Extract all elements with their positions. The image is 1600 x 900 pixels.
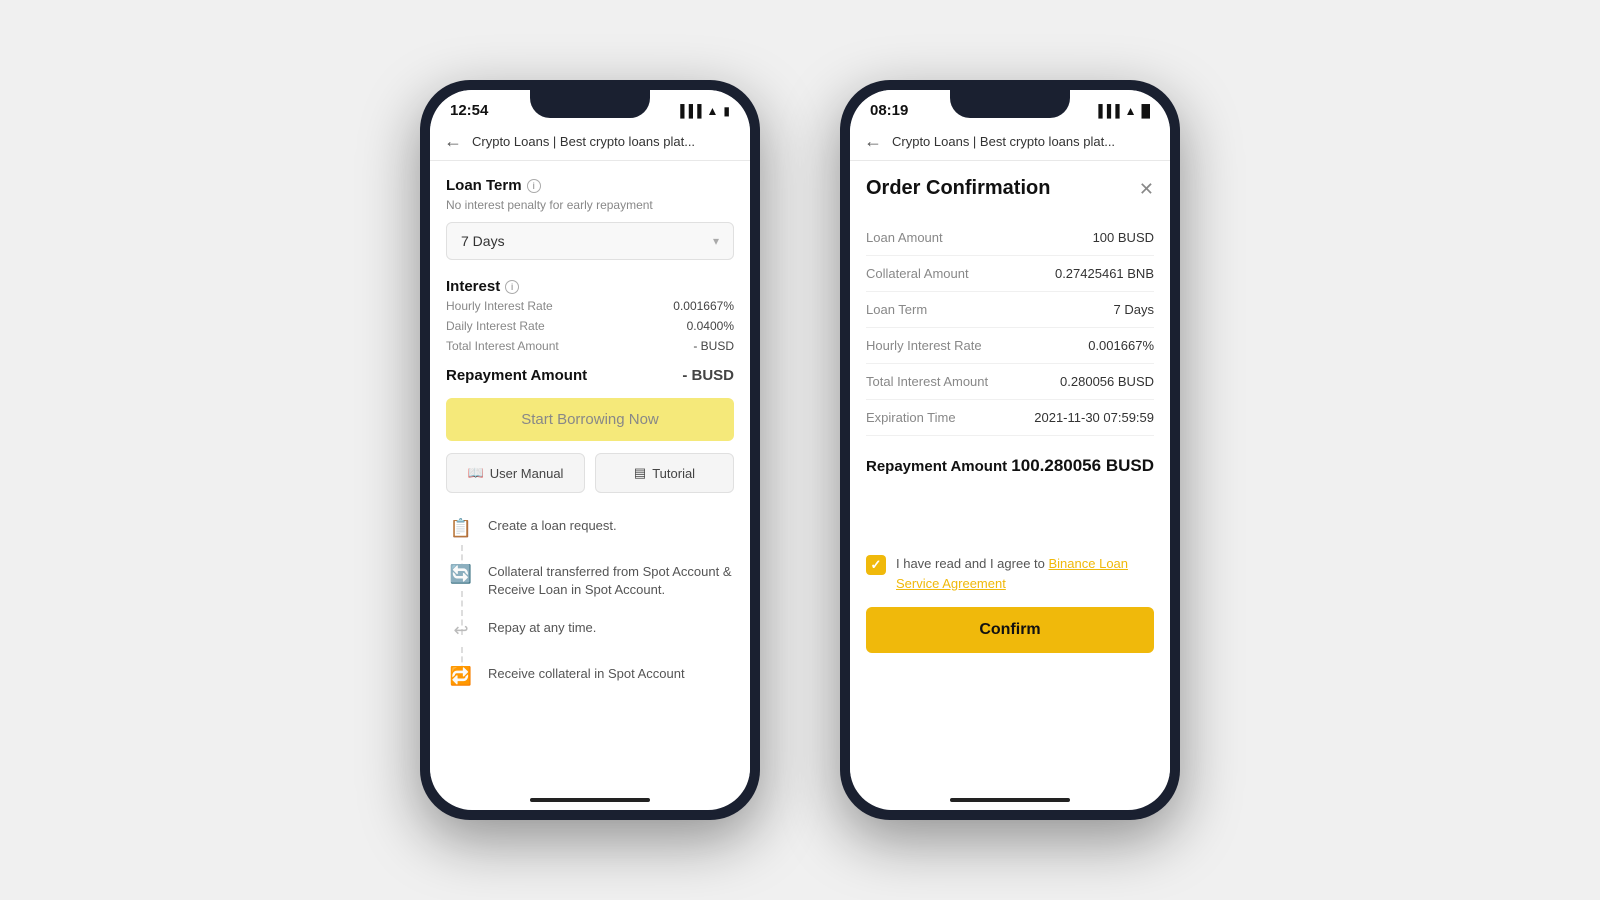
interest-section: Interest i Hourly Interest Rate 0.001667… — [446, 278, 734, 353]
detail-label-5: Expiration Time — [866, 410, 956, 425]
modal-header: Order Confirmation ✕ — [866, 177, 1154, 200]
step-icon-3: 🔁 — [446, 661, 476, 691]
interest-value-2: - BUSD — [693, 339, 734, 353]
interest-row-2: Total Interest Amount - BUSD — [446, 339, 734, 353]
detail-value-3: 0.001667% — [1088, 338, 1154, 353]
agreement-text: I have read and I agree to Binance Loan … — [896, 554, 1154, 593]
detail-value-1: 0.27425461 BNB — [1055, 266, 1154, 281]
repayment-section-1: Repayment Amount - BUSD — [446, 367, 734, 384]
home-indicator-1 — [430, 790, 750, 810]
loan-term-selected: 7 Days — [461, 233, 505, 249]
signal-icon-2: ▐▐▐ — [1094, 104, 1120, 118]
phone-2: 08:19 ▐▐▐ ▲ █ ← Crypto Loans | Best cryp… — [840, 80, 1180, 820]
loan-term-select[interactable]: 7 Days ▾ — [446, 222, 734, 260]
step-text-2: Repay at any time. — [488, 615, 596, 637]
interest-row-1: Daily Interest Rate 0.0400% — [446, 319, 734, 333]
signal-icon: ▐▐▐ — [676, 104, 702, 118]
modal-title: Order Confirmation — [866, 177, 1050, 200]
agreement-row: ✓ I have read and I agree to Binance Loa… — [866, 554, 1154, 593]
repayment-label-1: Repayment Amount — [446, 367, 587, 384]
loan-term-title: Loan Term i — [446, 177, 734, 194]
loan-term-subtitle: No interest penalty for early repayment — [446, 198, 734, 212]
interest-label-2: Total Interest Amount — [446, 339, 559, 353]
status-icons-1: ▐▐▐ ▲ ▮ — [676, 104, 730, 118]
step-icon-2: ↩ — [446, 615, 476, 645]
main-scene: 12:54 ▐▐▐ ▲ ▮ ← Crypto Loans | Best cryp… — [0, 80, 1600, 820]
tutorial-button[interactable]: ▤ Tutorial — [595, 453, 734, 493]
interest-label-0: Hourly Interest Rate — [446, 299, 553, 313]
battery-icon-2: █ — [1141, 104, 1150, 118]
step-icon-0: 📋 — [446, 513, 476, 543]
back-button-1[interactable]: ← — [444, 131, 462, 152]
detail-label-2: Loan Term — [866, 302, 927, 317]
user-manual-button[interactable]: 📖 User Manual — [446, 453, 585, 493]
detail-row-3: Hourly Interest Rate 0.001667% — [866, 328, 1154, 364]
detail-value-0: 100 BUSD — [1093, 230, 1154, 245]
step-icon-1: 🔄 — [446, 559, 476, 589]
interest-label-1: Daily Interest Rate — [446, 319, 545, 333]
step-item-1: 🔄 Collateral transferred from Spot Accou… — [446, 559, 734, 599]
status-icons-2: ▐▐▐ ▲ █ — [1094, 104, 1150, 118]
home-indicator-2 — [850, 790, 1170, 810]
detail-value-2: 7 Days — [1114, 302, 1154, 317]
repayment-big-value: 100.280056 BUSD — [1011, 456, 1154, 476]
detail-row-1: Collateral Amount 0.27425461 BNB — [866, 256, 1154, 292]
screen-content-2[interactable]: Order Confirmation ✕ Loan Amount 100 BUS… — [850, 161, 1170, 790]
detail-row-5: Expiration Time 2021-11-30 07:59:59 — [866, 400, 1154, 436]
home-bar-1 — [530, 798, 650, 802]
detail-value-4: 0.280056 BUSD — [1060, 374, 1154, 389]
interest-title: Interest i — [446, 278, 734, 295]
interest-value-1: 0.0400% — [687, 319, 734, 333]
url-bar-2: Crypto Loans | Best crypto loans plat... — [892, 134, 1156, 149]
confirm-button[interactable]: Confirm — [866, 607, 1154, 653]
step-text-0: Create a loan request. — [488, 513, 617, 535]
screen-content-1[interactable]: Loan Term i No interest penalty for earl… — [430, 161, 750, 790]
detail-label-0: Loan Amount — [866, 230, 943, 245]
agreement-checkbox[interactable]: ✓ — [866, 555, 886, 575]
repayment-section-2: Repayment Amount 100.280056 BUSD — [866, 452, 1154, 476]
step-text-1: Collateral transferred from Spot Account… — [488, 559, 734, 599]
step-text-3: Receive collateral in Spot Account — [488, 661, 685, 683]
repayment-big-label: Repayment Amount — [866, 458, 1007, 475]
phone-1: 12:54 ▐▐▐ ▲ ▮ ← Crypto Loans | Best cryp… — [420, 80, 760, 820]
time-2: 08:19 — [870, 102, 908, 119]
chevron-down-icon: ▾ — [713, 234, 719, 248]
step-item-2: ↩ Repay at any time. — [446, 615, 734, 645]
detail-row-0: Loan Amount 100 BUSD — [866, 220, 1154, 256]
interest-value-0: 0.001667% — [673, 299, 734, 313]
time-1: 12:54 — [450, 102, 488, 119]
repayment-value-1: - BUSD — [682, 367, 734, 384]
detail-label-3: Hourly Interest Rate — [866, 338, 982, 353]
book-icon: 📖 — [468, 465, 484, 481]
start-borrowing-button[interactable]: Start Borrowing Now — [446, 398, 734, 441]
url-bar-1: Crypto Loans | Best crypto loans plat... — [472, 134, 736, 149]
step-item-0: 📋 Create a loan request. — [446, 513, 734, 543]
spacer — [866, 490, 1154, 530]
browser-bar-1: ← Crypto Loans | Best crypto loans plat.… — [430, 123, 750, 161]
action-buttons-row: 📖 User Manual ▤ Tutorial — [446, 453, 734, 493]
step-item-3: 🔁 Receive collateral in Spot Account — [446, 661, 734, 691]
detail-value-5: 2021-11-30 07:59:59 — [1034, 410, 1154, 425]
steps-list: 📋 Create a loan request. 🔄 Collateral tr… — [446, 513, 734, 691]
loan-term-section: Loan Term i No interest penalty for earl… — [446, 177, 734, 260]
detail-label-1: Collateral Amount — [866, 266, 969, 281]
interest-row-0: Hourly Interest Rate 0.001667% — [446, 299, 734, 313]
close-button[interactable]: ✕ — [1139, 180, 1154, 198]
notch-2 — [950, 90, 1070, 118]
tutorial-icon: ▤ — [634, 465, 646, 481]
interest-info-icon[interactable]: i — [505, 280, 519, 294]
battery-icon: ▮ — [723, 104, 730, 118]
browser-bar-2: ← Crypto Loans | Best crypto loans plat.… — [850, 123, 1170, 161]
wifi-icon: ▲ — [707, 104, 719, 118]
loan-term-info-icon[interactable]: i — [527, 179, 541, 193]
detail-label-4: Total Interest Amount — [866, 374, 988, 389]
detail-row-4: Total Interest Amount 0.280056 BUSD — [866, 364, 1154, 400]
wifi-icon-2: ▲ — [1125, 104, 1137, 118]
home-bar-2 — [950, 798, 1070, 802]
notch-1 — [530, 90, 650, 118]
checkmark-icon: ✓ — [871, 557, 882, 573]
back-button-2[interactable]: ← — [864, 131, 882, 152]
detail-row-2: Loan Term 7 Days — [866, 292, 1154, 328]
